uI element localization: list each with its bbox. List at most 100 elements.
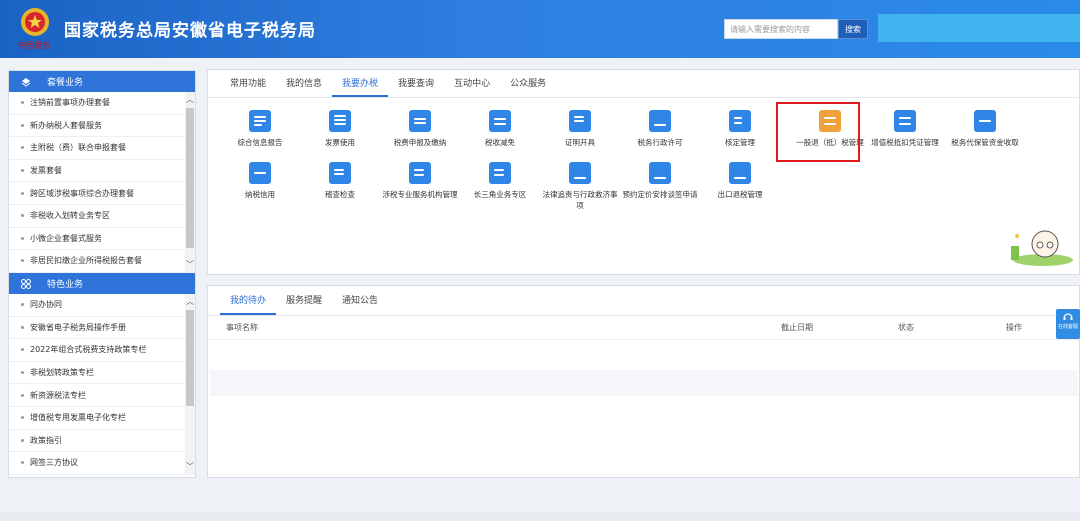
- service-tile-tax-relief[interactable]: 税收减免: [460, 110, 540, 148]
- sidebar-item-label: 注销前置事项办理套餐: [30, 98, 110, 108]
- service-label: 税务行政许可: [637, 138, 683, 147]
- service-label: 出口退税管理: [717, 190, 763, 199]
- package-scrollbar[interactable]: ︿ ﹀: [185, 92, 195, 273]
- column-action: 操作: [1006, 323, 1022, 332]
- inspection-icon: [329, 162, 351, 184]
- tab-interaction[interactable]: 互动中心: [444, 70, 500, 97]
- online-service-label: 在线客服: [1057, 324, 1078, 330]
- service-tile-invoice[interactable]: 发票使用: [300, 110, 380, 148]
- service-tile-assessment[interactable]: 核定管理: [700, 110, 780, 148]
- service-tile-tax-filing[interactable]: 税费申报及缴纳: [380, 110, 460, 148]
- chevron-up-icon[interactable]: ︿: [185, 296, 195, 308]
- bullet-icon: [21, 259, 24, 263]
- sidebar-item-package-2[interactable]: 新办纳税人套餐服务: [9, 115, 187, 138]
- legal-icon: [569, 162, 591, 184]
- sidebar-item-feature-7[interactable]: 政策指引: [9, 430, 187, 453]
- tab-tax-handling[interactable]: 我要办税: [332, 70, 389, 97]
- bullet-icon: [21, 348, 24, 352]
- sidebar-item-feature-5[interactable]: 新资源税法专栏: [9, 384, 187, 407]
- user-info-box[interactable]: [878, 14, 1080, 42]
- sidebar-item-label: 主附税（费）联合申报套餐: [30, 143, 126, 153]
- service-tile-legal[interactable]: 法律追责与行政救济事项: [540, 162, 620, 211]
- service-tile-yangtze[interactable]: 长三角业务专区: [460, 162, 540, 200]
- service-label: 法律追责与行政救济事项: [542, 190, 618, 210]
- sidebar-item-feature-1[interactable]: 同办协同: [9, 294, 187, 317]
- deduction-icon: [894, 110, 916, 132]
- sidebar-item-label: 新资源税法专栏: [30, 390, 86, 400]
- bullet-icon: [21, 191, 24, 195]
- service-label: 稽查检查: [325, 190, 355, 199]
- service-tile-export-refund[interactable]: 出口退税管理: [700, 162, 780, 200]
- scrollbar-thumb[interactable]: [186, 108, 194, 248]
- sidebar-item-package-3[interactable]: 主附税（费）联合申报套餐: [9, 137, 187, 160]
- sidebar-item-feature-8[interactable]: 网签三方协议: [9, 452, 187, 475]
- bullet-icon: [21, 371, 24, 375]
- service-tile-inspection[interactable]: 稽查检查: [300, 162, 380, 200]
- tab-public-service[interactable]: 公众服务: [500, 70, 556, 97]
- sidebar-item-package-7[interactable]: 小微企业套餐式服务: [9, 228, 187, 251]
- feature-scrollbar[interactable]: ︿ ﹀: [185, 294, 195, 475]
- bullet-icon: [21, 146, 24, 150]
- tax-filing-icon: [409, 110, 431, 132]
- service-tile-license[interactable]: 税务行政许可: [620, 110, 700, 148]
- service-label: 税费申报及缴纳: [393, 138, 447, 147]
- custody-icon: [974, 110, 996, 132]
- service-label: 税务代保管资金收取: [951, 138, 1019, 147]
- feature-section-header[interactable]: 特色业务: [9, 273, 195, 294]
- service-tile-custody[interactable]: 税务代保管资金收取: [945, 110, 1025, 148]
- national-emblem-logo: 中国税务: [18, 8, 50, 50]
- chevron-up-icon[interactable]: ︿: [185, 94, 195, 106]
- package-list: 注销前置事项办理套餐 新办纳税人套餐服务 主附税（费）联合申报套餐 发票套餐 跨…: [9, 92, 195, 273]
- service-tile-info-report[interactable]: 综合信息报告: [220, 110, 300, 148]
- tab-service-reminder[interactable]: 服务提醒: [276, 286, 332, 315]
- service-tile-credit[interactable]: 纳税信用: [220, 162, 300, 200]
- footer-bar: [0, 512, 1080, 521]
- column-item-name: 事项名称: [226, 323, 258, 332]
- feature-section-title: 特色业务: [47, 280, 84, 290]
- sidebar-item-feature-4[interactable]: 非税划转政策专栏: [9, 362, 187, 385]
- sidebar-item-package-1[interactable]: 注销前置事项办理套餐: [9, 92, 187, 115]
- sidebar-item-package-5[interactable]: 跨区域涉税事项综合办理套餐: [9, 182, 187, 205]
- tab-my-todo[interactable]: 我的待办: [220, 286, 277, 315]
- sidebar-item-package-6[interactable]: 非税收入划转业务专区: [9, 205, 187, 228]
- search-button[interactable]: 搜索: [838, 19, 868, 39]
- sidebar-item-feature-6[interactable]: 增值税专用发票电子化专栏: [9, 407, 187, 430]
- package-section-title: 套餐业务: [47, 78, 84, 88]
- headset-icon: [1063, 313, 1073, 320]
- certificate-icon: [569, 110, 591, 132]
- online-service-button[interactable]: 在线客服: [1056, 309, 1080, 339]
- service-label: 增值税抵扣凭证管理: [871, 138, 939, 147]
- layers-icon: [21, 77, 31, 87]
- search-input[interactable]: [724, 19, 838, 39]
- assessment-icon: [729, 110, 751, 132]
- sidebar-item-label: 跨区域涉税事项综合办理套餐: [30, 188, 134, 198]
- tab-notice[interactable]: 通知公告: [332, 286, 388, 315]
- license-icon: [649, 110, 671, 132]
- sidebar-item-feature-3[interactable]: 2022年组合式税费支持政策专栏: [9, 339, 187, 362]
- top-header: 中国税务 国家税务总局安徽省电子税务局 搜索: [0, 0, 1080, 58]
- tab-common[interactable]: 常用功能: [220, 70, 276, 97]
- tab-my-info[interactable]: 我的信息: [276, 70, 332, 97]
- grid-icon: [21, 278, 31, 289]
- todo-empty-row: [210, 370, 1078, 396]
- chevron-down-icon[interactable]: ﹀: [185, 461, 195, 473]
- sidebar-item-label: 新办纳税人套餐服务: [30, 120, 102, 130]
- bullet-icon: [21, 236, 24, 240]
- tab-query[interactable]: 我要查询: [388, 70, 444, 97]
- service-tile-pricing[interactable]: 预约定价安排谈签申请: [620, 162, 700, 200]
- service-label: 长三角业务专区: [473, 190, 527, 199]
- sidebar-item-package-4[interactable]: 发票套餐: [9, 160, 187, 183]
- sidebar-item-feature-2[interactable]: 安徽省电子税务局操作手册: [9, 317, 187, 340]
- service-tile-deduction[interactable]: 增值税抵扣凭证管理: [865, 110, 945, 148]
- export-refund-icon: [729, 162, 751, 184]
- scrollbar-thumb[interactable]: [186, 310, 194, 406]
- service-tile-certificate[interactable]: 证明开具: [540, 110, 620, 148]
- service-tile-agency[interactable]: 涉税专业服务机构管理: [380, 162, 460, 200]
- sidebar-item-package-8[interactable]: 非居民扣缴企业所得税报告套餐: [9, 250, 187, 273]
- bullet-icon: [21, 169, 24, 173]
- package-section-header[interactable]: 套餐业务: [9, 71, 195, 92]
- chevron-down-icon[interactable]: ﹀: [185, 259, 195, 271]
- svg-text:中国税务: 中国税务: [18, 40, 50, 50]
- sidebar-item-label: 同办协同: [30, 300, 62, 310]
- sidebar-item-label: 非税划转政策专栏: [30, 368, 94, 378]
